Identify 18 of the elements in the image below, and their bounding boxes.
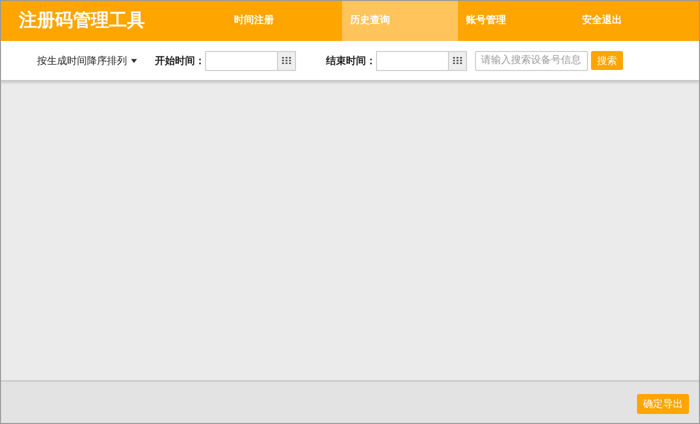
end-time-label: 结束时间： <box>326 54 376 68</box>
app-title: 注册码管理工具 <box>18 9 146 33</box>
calendar-button[interactable] <box>449 50 467 70</box>
start-time-label: 开始时间： <box>155 54 205 68</box>
caret-icon <box>131 58 137 62</box>
start-time-field[interactable] <box>205 50 278 70</box>
end-time-field[interactable] <box>376 50 449 70</box>
grid-icon <box>282 57 291 64</box>
calendar-button[interactable] <box>278 50 296 70</box>
grid-icon <box>453 57 462 64</box>
nav-tab[interactable]: 历史查询 <box>342 1 458 41</box>
nav-tab[interactable]: 安全退出 <box>574 1 690 41</box>
sort-dropdown[interactable]: 按生成时间降序排列 <box>37 54 137 68</box>
nav-tab[interactable]: 时间注册 <box>226 1 342 41</box>
export-button[interactable]: 确定导出 <box>637 394 689 414</box>
search-field[interactable]: 请输入搜索设备号信息 <box>475 50 588 70</box>
search-button[interactable]: 搜索 <box>591 51 623 70</box>
nav-tab[interactable]: 账号管理 <box>458 1 574 41</box>
